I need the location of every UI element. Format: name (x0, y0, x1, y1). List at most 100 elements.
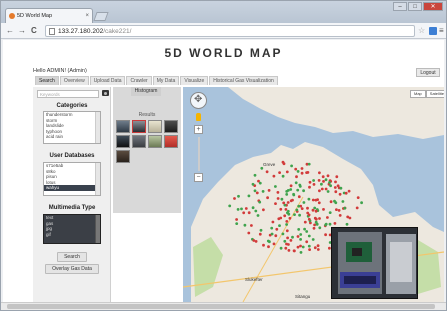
map-marker[interactable] (324, 187, 328, 191)
search-button[interactable]: Search (57, 252, 87, 262)
list-scrollbar[interactable] (95, 163, 100, 195)
map-marker[interactable] (260, 166, 264, 170)
map-marker[interactable] (272, 174, 276, 178)
map-marker[interactable] (284, 208, 288, 211)
map-marker[interactable] (240, 207, 243, 211)
map-marker[interactable] (308, 248, 311, 252)
back-button[interactable]: ← (6, 26, 14, 35)
map-marker[interactable] (335, 208, 338, 211)
map-marker[interactable] (307, 197, 311, 201)
map-marker[interactable] (281, 232, 285, 236)
map-marker[interactable] (314, 217, 318, 221)
map-marker[interactable] (355, 206, 359, 210)
list-scrollbar[interactable] (95, 112, 100, 143)
map-marker[interactable] (307, 244, 311, 248)
map-marker[interactable] (360, 201, 363, 205)
browser-tab[interactable]: 5D World Map × (5, 8, 93, 23)
map-marker[interactable] (316, 248, 320, 251)
map-marker[interactable] (302, 189, 305, 193)
map-marker[interactable] (251, 206, 255, 210)
map-marker[interactable] (326, 216, 329, 219)
map-marker[interactable] (356, 196, 360, 199)
map-marker[interactable] (324, 223, 328, 227)
pan-control-icon[interactable] (190, 92, 207, 109)
map-marker[interactable] (293, 249, 296, 253)
map-marker[interactable] (301, 245, 305, 249)
map-marker[interactable] (250, 224, 253, 227)
map-marker[interactable] (299, 233, 303, 236)
map-marker[interactable] (261, 190, 265, 193)
map-marker[interactable] (285, 242, 288, 246)
map-marker[interactable] (296, 245, 300, 249)
map-marker[interactable] (328, 181, 331, 184)
map-marker[interactable] (285, 229, 289, 233)
list-item-selected[interactable]: wahyu (44, 185, 100, 191)
map-marker[interactable] (253, 189, 257, 193)
map-marker[interactable] (267, 245, 270, 249)
map-marker[interactable] (278, 224, 281, 228)
map-marker[interactable] (268, 240, 271, 244)
result-thumbnail[interactable] (116, 150, 130, 163)
maximize-button[interactable]: □ (408, 2, 422, 11)
map-marker[interactable] (302, 201, 306, 204)
map-marker[interactable] (296, 235, 300, 238)
map-marker[interactable] (335, 175, 339, 179)
map-view[interactable]: Greve Slukefter Sitangu Map Satellite + … (183, 87, 444, 302)
map-marker[interactable] (289, 184, 293, 188)
map-marker[interactable] (318, 217, 321, 220)
map-marker[interactable] (286, 189, 290, 192)
map-marker[interactable] (344, 191, 348, 195)
map-marker[interactable] (298, 183, 302, 187)
map-marker[interactable] (292, 192, 295, 196)
result-thumbnail[interactable] (164, 120, 178, 133)
map-marker[interactable] (283, 239, 287, 243)
list-item[interactable]: acid rain (46, 134, 100, 140)
map-marker[interactable] (284, 246, 288, 250)
map-marker[interactable] (311, 208, 315, 212)
map-marker[interactable] (276, 197, 280, 200)
map-marker[interactable] (333, 186, 337, 189)
map-marker[interactable] (293, 213, 296, 216)
map-marker[interactable] (283, 214, 287, 218)
map-marker[interactable] (258, 181, 262, 185)
map-marker[interactable] (300, 171, 304, 175)
map-marker[interactable] (287, 249, 291, 252)
zoom-slider[interactable] (198, 137, 200, 171)
map-marker[interactable] (289, 199, 293, 203)
map-marker[interactable] (274, 185, 277, 188)
map-marker[interactable] (326, 190, 330, 193)
bookmark-star-icon[interactable]: ☆ (418, 26, 425, 35)
tab-historical-gas[interactable]: Historical Gas Visualization (209, 76, 278, 85)
tab-my-data[interactable]: My Data (152, 76, 180, 85)
map-marker[interactable] (317, 201, 321, 205)
map-marker[interactable] (262, 243, 265, 247)
map-marker[interactable] (252, 239, 256, 242)
new-tab-button[interactable] (93, 12, 109, 21)
map-marker[interactable] (348, 216, 352, 220)
map-marker[interactable] (297, 228, 301, 231)
map-marker[interactable] (285, 170, 289, 174)
map-marker[interactable] (308, 180, 312, 184)
map-marker[interactable] (317, 179, 321, 182)
scrollbar-thumb[interactable] (7, 304, 435, 309)
tab-close-icon[interactable]: × (85, 9, 89, 23)
map-marker[interactable] (280, 197, 284, 201)
map-marker[interactable] (318, 189, 321, 193)
map-marker[interactable] (341, 200, 345, 203)
map-marker[interactable] (285, 223, 288, 226)
map-marker[interactable] (295, 208, 299, 212)
street-view-pegman-icon[interactable] (196, 113, 201, 121)
map-marker[interactable] (329, 184, 332, 188)
tab-upload-data[interactable]: Upload Data (89, 76, 126, 85)
tab-search[interactable]: Search (35, 76, 59, 85)
reload-button[interactable]: C (31, 26, 37, 35)
map-marker[interactable] (243, 223, 247, 227)
map-marker[interactable] (307, 162, 311, 166)
map-marker[interactable] (247, 231, 251, 235)
map-marker[interactable] (333, 199, 336, 203)
map-marker[interactable] (299, 251, 303, 254)
map-marker[interactable] (237, 194, 240, 198)
map-marker[interactable] (300, 207, 304, 210)
map-marker[interactable] (236, 208, 240, 211)
map-marker[interactable] (305, 171, 308, 174)
